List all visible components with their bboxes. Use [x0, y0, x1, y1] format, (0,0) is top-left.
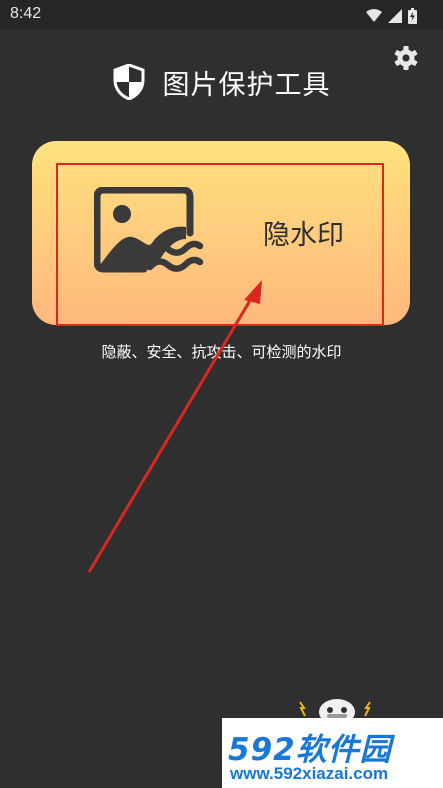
page-title: 图片保护工具	[162, 69, 331, 101]
cellular-signal-icon	[388, 9, 402, 23]
status-icons	[366, 8, 417, 24]
battery-icon	[408, 8, 417, 24]
status-bar: 8:42	[0, 0, 443, 30]
watermark-url: www.592xiazai.com	[230, 764, 389, 783]
pointer-arrow	[87, 280, 262, 573]
site-watermark: 592软件园 www.592xiazai.com	[222, 718, 443, 788]
status-time: 8:42	[10, 5, 42, 22]
wifi-icon	[366, 9, 382, 22]
feature-description: 隐蔽、安全、抗攻击、可检测的水印	[101, 343, 342, 361]
app-header: 图片保护工具	[0, 58, 443, 106]
highlight-box	[56, 163, 384, 326]
watermark-brand: 592软件园	[228, 732, 392, 768]
shield-icon	[113, 64, 144, 100]
